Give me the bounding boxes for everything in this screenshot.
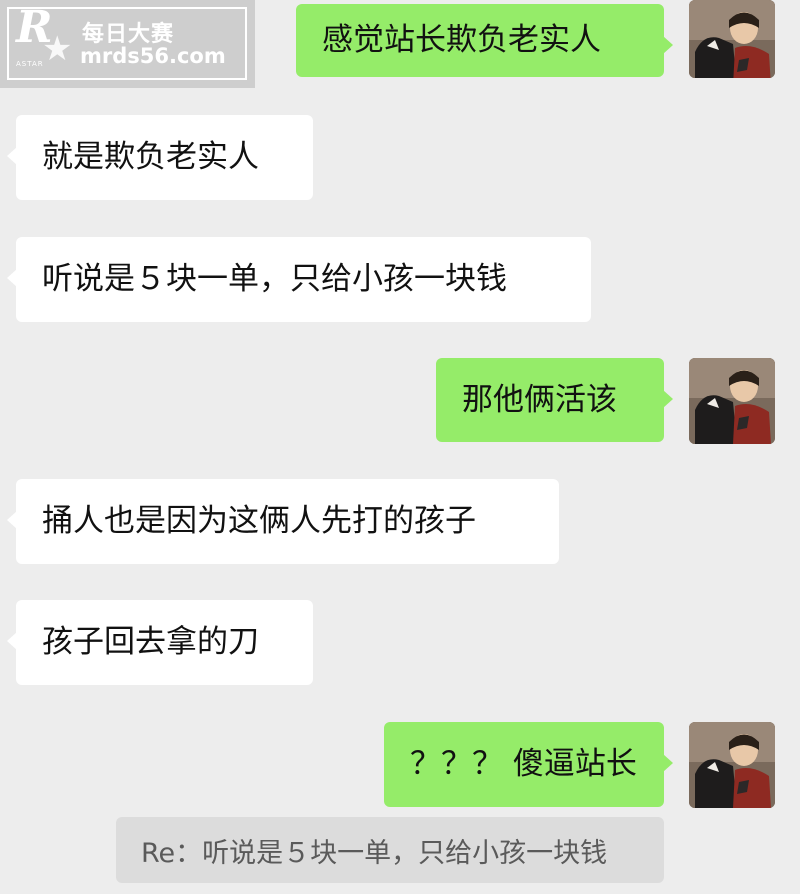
message-text: 就是欺负老实人 [42, 139, 259, 175]
message-bubble-incoming[interactable]: 就是欺负老实人 [7, 115, 313, 200]
watermark-logo: R ★ ASTAR [12, 6, 73, 74]
bubble-tail [663, 390, 673, 408]
message-bubble-outgoing[interactable]: 感觉站长欺负老实人 [296, 4, 673, 77]
bubble-tail [663, 36, 673, 54]
avatar[interactable] [689, 722, 775, 808]
avatar-photo-icon [689, 358, 775, 444]
avatar[interactable] [689, 0, 775, 78]
bubble-tail [7, 269, 17, 287]
message-text: 感觉站长欺负老实人 [322, 22, 601, 58]
star-icon: ★ [42, 29, 73, 69]
watermark-logo-small: ASTAR [16, 60, 44, 68]
message-text: ？？？ 傻逼站长 [410, 746, 637, 782]
watermark: R ★ ASTAR 每日大赛 mrds56.com [0, 0, 255, 88]
quoted-reply[interactable]: Re：听说是５块一单，只给小孩一块钱 [116, 817, 664, 883]
watermark-site: mrds56.com [80, 44, 226, 68]
message-bubble-incoming[interactable]: 孩子回去拿的刀 [7, 600, 313, 685]
avatar[interactable] [689, 358, 775, 444]
message-bubble-outgoing[interactable]: ？？？ 傻逼站长 [384, 722, 673, 807]
message-text: 捅人也是因为这俩人先打的孩子 [42, 503, 476, 539]
bubble-tail [663, 754, 673, 772]
avatar-photo-icon [689, 722, 775, 808]
message-bubble-outgoing[interactable]: 那他俩活该 [436, 358, 673, 442]
message-text: 听说是５块一单，只给小孩一块钱 [42, 261, 507, 297]
avatar-photo-icon [689, 0, 775, 78]
quoted-reply-text: Re：听说是５块一单，只给小孩一块钱 [141, 837, 608, 869]
bubble-tail [7, 511, 17, 529]
message-bubble-incoming[interactable]: 捅人也是因为这俩人先打的孩子 [7, 479, 559, 564]
bubble-tail [7, 632, 17, 650]
message-bubble-incoming[interactable]: 听说是５块一单，只给小孩一块钱 [7, 237, 591, 322]
message-text: 孩子回去拿的刀 [42, 624, 259, 660]
message-text: 那他俩活该 [462, 381, 617, 418]
bubble-tail [7, 147, 17, 165]
